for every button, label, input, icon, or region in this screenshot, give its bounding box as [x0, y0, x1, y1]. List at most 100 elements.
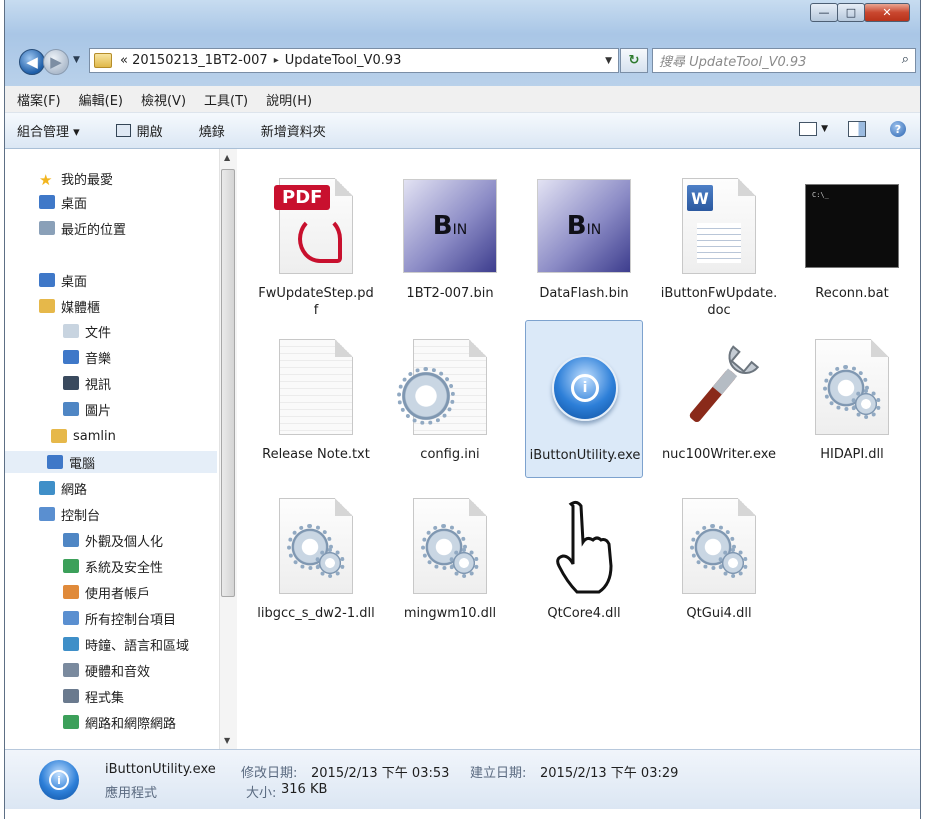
view-options-dropdown-icon[interactable]: ▼: [821, 124, 828, 134]
dll-file-icon: [403, 487, 497, 605]
burn-button[interactable]: 燒錄: [199, 121, 225, 140]
breadcrumb-item[interactable]: UpdateTool_V0.93: [285, 53, 402, 68]
file-name: iButtonFwUpdate.doc: [660, 286, 778, 318]
clock-globe-icon: [63, 637, 79, 651]
search-icon[interactable]: ⌕: [902, 52, 909, 67]
search-input[interactable]: 搜尋 UpdateTool_V0.93 ⌕: [652, 48, 916, 73]
nav-item[interactable]: 電腦: [5, 451, 217, 473]
file-item[interactable]: PDF FwUpdateStep.pdf: [257, 159, 375, 318]
nav-item[interactable]: 圖片: [63, 398, 111, 420]
network-icon: [39, 481, 55, 495]
file-item[interactable]: BIN 1BT2-007.bin: [391, 159, 509, 317]
window-controls: — □ ✕: [810, 3, 910, 22]
file-name: QtCore4.dll: [547, 606, 621, 621]
file-item[interactable]: mingwm10.dll: [391, 479, 509, 637]
nav-item[interactable]: 最近的位置: [39, 217, 126, 239]
nav-item[interactable]: 時鐘、語言和區域: [63, 633, 189, 655]
dll-file-icon: [805, 328, 899, 446]
menu-tools[interactable]: 工具(T): [204, 90, 248, 109]
nav-item[interactable]: 視訊: [63, 372, 111, 394]
file-item[interactable]: config.ini: [391, 320, 509, 478]
details-filename: iButtonUtility.exe: [105, 762, 216, 777]
created-label: 建立日期:: [470, 766, 527, 781]
address-dropdown-icon[interactable]: ▼: [605, 56, 612, 66]
file-name: HIDAPI.dll: [820, 447, 884, 462]
video-icon: [63, 376, 79, 390]
file-name: Release Note.txt: [262, 447, 370, 462]
minimize-button[interactable]: —: [810, 3, 838, 22]
file-item[interactable]: QtGui4.dll: [660, 479, 778, 637]
nav-item[interactable]: ★ 我的最愛: [39, 167, 113, 189]
nav-item[interactable]: 程式集: [63, 685, 124, 707]
nav-item[interactable]: 音樂: [63, 346, 111, 368]
menu-edit[interactable]: 編輯(E): [79, 90, 123, 109]
details-pane: i iButtonUtility.exe 修改日期: 2015/2/13 下午 …: [5, 749, 920, 810]
file-name: nuc100Writer.exe: [661, 447, 777, 462]
forward-button[interactable]: ▶: [43, 49, 69, 75]
open-button[interactable]: 開啟: [115, 121, 163, 140]
file-name: QtGui4.dll: [686, 606, 752, 621]
word-document-icon: W: [672, 167, 766, 285]
desktop-icon: [39, 273, 55, 287]
maximize-button[interactable]: □: [837, 3, 865, 22]
file-item[interactable]: HIDAPI.dll: [793, 320, 911, 478]
breadcrumb-separator-icon[interactable]: ▸: [274, 55, 279, 66]
organize-button[interactable]: 組合管理 ▾: [17, 121, 80, 140]
nav-item[interactable]: 網路: [39, 477, 87, 499]
file-item[interactable]: Release Note.txt: [257, 320, 375, 478]
control-panel-icon: [39, 507, 55, 521]
nav-item[interactable]: 媒體櫃: [39, 295, 100, 317]
nav-item-label: 系統及安全性: [85, 560, 164, 576]
menu-bar: 檔案(F) 編輯(E) 檢視(V) 工具(T) 說明(H): [5, 86, 920, 113]
command-bar: 組合管理 ▾ 開啟 燒錄 新增資料夾 ▼ ?: [5, 113, 920, 149]
change-view-icon[interactable]: [799, 122, 818, 136]
back-button[interactable]: ◀: [19, 49, 45, 75]
recent-places-icon: [39, 221, 55, 235]
nav-item-label: 使用者帳戶: [85, 586, 151, 602]
library-icon: [39, 299, 55, 313]
nav-item-label: 所有控制台項目: [85, 612, 177, 628]
breadcrumb-item[interactable]: 20150213_1BT2-007: [132, 53, 268, 68]
nav-item[interactable]: 桌面: [39, 269, 87, 291]
nav-item-label: 我的最愛: [61, 172, 114, 188]
refresh-button[interactable]: ↻: [620, 48, 648, 73]
new-folder-button[interactable]: 新增資料夾: [261, 121, 326, 140]
address-overflow[interactable]: «: [120, 53, 128, 68]
recent-pages-dropdown-icon[interactable]: ▼: [73, 55, 80, 65]
file-name: libgcc_s_dw2-1.dll: [257, 606, 375, 621]
file-item[interactable]: BIN DataFlash.bin: [525, 159, 643, 317]
nav-item[interactable]: 桌面: [39, 191, 87, 213]
scroll-down-icon[interactable]: ▼: [224, 736, 230, 745]
nav-item[interactable]: 網路和網際網路: [63, 711, 176, 733]
star-icon: ★: [39, 171, 53, 189]
nav-item[interactable]: 外觀及個人化: [63, 529, 163, 551]
menu-file[interactable]: 檔案(F): [17, 90, 61, 109]
file-item[interactable]: WiButtonFwUpdate.doc: [660, 159, 778, 318]
menu-view[interactable]: 檢視(V): [141, 90, 186, 109]
file-item[interactable]: nuc100Writer.exe: [660, 320, 778, 478]
file-item[interactable]: QtCore4.dll: [525, 479, 643, 637]
file-item[interactable]: C:\_ Reconn.bat: [793, 159, 911, 317]
navigation-scrollbar[interactable]: ▲ ▼: [219, 149, 237, 749]
programs-icon: [63, 689, 79, 703]
nav-item[interactable]: 文件: [63, 320, 111, 342]
menu-help[interactable]: 說明(H): [266, 90, 312, 109]
preview-pane-icon[interactable]: [848, 121, 866, 137]
modified-label: 修改日期:: [241, 766, 298, 781]
file-item[interactable]: libgcc_s_dw2-1.dll: [257, 479, 375, 637]
scroll-up-icon[interactable]: ▲: [224, 153, 230, 162]
nav-item[interactable]: 所有控制台項目: [63, 607, 176, 629]
close-button[interactable]: ✕: [864, 3, 910, 22]
security-icon: [63, 559, 79, 573]
nav-item[interactable]: samlin: [51, 425, 116, 447]
help-icon[interactable]: ?: [890, 121, 906, 137]
file-item[interactable]: i iButtonUtility.exe: [525, 320, 643, 478]
scrollbar-thumb[interactable]: [221, 169, 235, 597]
nav-item[interactable]: 使用者帳戶: [63, 581, 150, 603]
nav-item[interactable]: 系統及安全性: [63, 555, 163, 577]
nav-item[interactable]: 控制台: [39, 503, 100, 525]
nav-item-label: 控制台: [61, 508, 101, 524]
nav-item[interactable]: 硬體和音效: [63, 659, 150, 681]
address-bar[interactable]: « 20150213_1BT2-007 ▸ UpdateTool_V0.93 ▼: [89, 48, 619, 73]
file-name: DataFlash.bin: [539, 286, 629, 301]
